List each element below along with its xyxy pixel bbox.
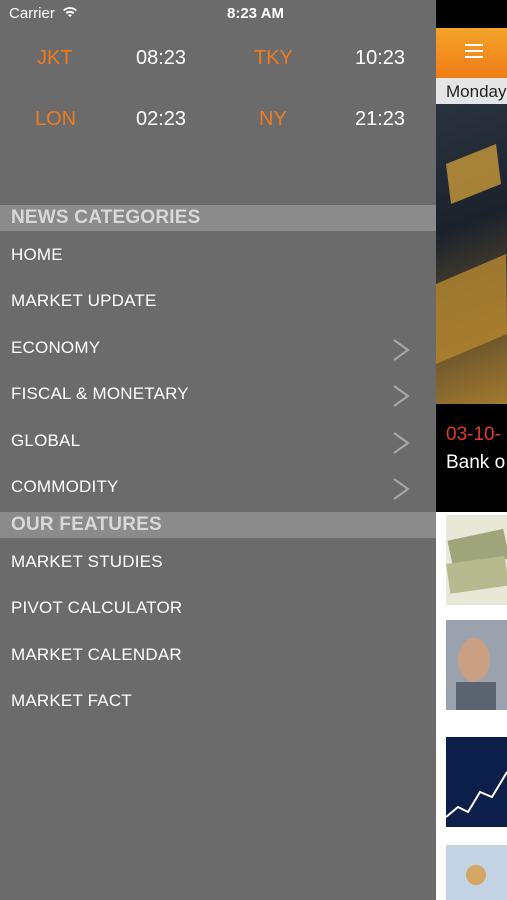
chevron-right-icon[interactable]	[392, 384, 410, 408]
date-bar: Monday	[436, 78, 507, 104]
menu-item-commodity[interactable]: COMMODITY	[11, 477, 119, 497]
side-drawer: Carrier 8:23 AM JKT 08:23 TKY 10:23 LON …	[0, 0, 436, 900]
bank-sign-graphic	[436, 144, 507, 364]
menu-item-economy[interactable]: ECONOMY	[11, 338, 100, 358]
wifi-icon	[63, 7, 77, 17]
featured-article-image	[436, 104, 507, 404]
clock-city-tky: TKY	[254, 47, 293, 69]
featured-article[interactable]: 03-10- Bank o	[436, 104, 507, 512]
chevron-right-icon[interactable]	[392, 338, 410, 362]
carrier-label: Carrier	[9, 5, 55, 22]
section-header-our-features: OUR FEATURES	[0, 512, 436, 538]
clock-time-tky: 10:23	[355, 47, 406, 69]
main-content-panel[interactable]: Monday 03-10- Bank o	[436, 0, 507, 900]
clock-city-ny: NY	[259, 108, 287, 130]
main-status-bar	[436, 0, 507, 28]
clock-city-jkt: JKT	[37, 47, 73, 69]
article-thumbnail-money[interactable]	[446, 515, 507, 605]
article-thumbnail-coins[interactable]	[446, 845, 507, 900]
menu-item-pivot-calculator[interactable]: PIVOT CALCULATOR	[11, 598, 182, 618]
featured-article-title: Bank o	[446, 452, 506, 473]
menu-item-home[interactable]: HOME	[11, 245, 63, 265]
menu-item-market-studies[interactable]: MARKET STUDIES	[11, 552, 163, 572]
article-thumbnail-man[interactable]	[446, 620, 507, 710]
clock-time-ny: 21:23	[355, 108, 406, 130]
clock-time-lon: 02:23	[136, 108, 187, 130]
featured-article-date: 03-10-	[446, 424, 501, 445]
clock-time-jkt: 08:23	[136, 47, 187, 69]
status-bar: Carrier 8:23 AM	[0, 0, 436, 28]
menu-item-market-calendar[interactable]: MARKET CALENDAR	[11, 645, 182, 665]
article-thumbnail-chart[interactable]	[446, 737, 507, 827]
menu-item-fiscal-monetary[interactable]: FISCAL & MONETARY	[11, 384, 189, 404]
hamburger-menu-icon[interactable]	[465, 44, 483, 58]
menu-item-market-fact[interactable]: MARKET FACT	[11, 691, 132, 711]
chevron-right-icon[interactable]	[392, 477, 410, 501]
section-header-news-categories: NEWS CATEGORIES	[0, 205, 436, 231]
status-time: 8:23 AM	[227, 5, 284, 22]
menu-item-market-update[interactable]: MARKET UPDATE	[11, 291, 157, 311]
menu-item-global[interactable]: GLOBAL	[11, 431, 80, 451]
chevron-right-icon[interactable]	[392, 431, 410, 455]
clock-city-lon: LON	[35, 108, 77, 130]
